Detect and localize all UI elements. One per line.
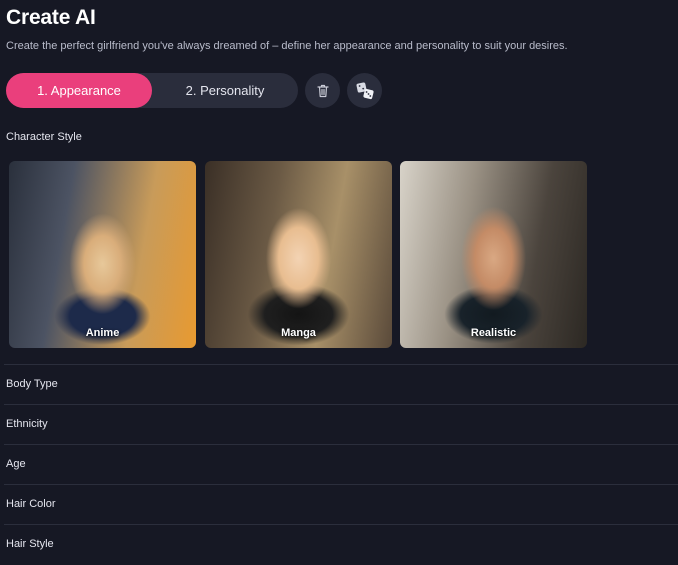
- style-option-label: Anime: [85, 327, 120, 339]
- section-label: Age: [6, 458, 26, 470]
- section-body-type[interactable]: Body Type: [4, 364, 678, 405]
- style-option-label: Realistic: [470, 327, 517, 339]
- section-label: Body Type: [6, 378, 58, 390]
- step-tabs: 1. Appearance 2. Personality: [6, 73, 298, 108]
- manga-style-image: [205, 161, 392, 348]
- delete-button[interactable]: [305, 73, 340, 108]
- page-subtitle: Create the perfect girlfriend you've alw…: [6, 40, 568, 52]
- dice-icon: [355, 81, 374, 99]
- section-hair-style[interactable]: Hair Style: [4, 524, 678, 565]
- tab-personality[interactable]: 2. Personality: [152, 73, 298, 108]
- section-ethnicity[interactable]: Ethnicity: [4, 404, 678, 445]
- style-option-anime[interactable]: Anime: [9, 161, 196, 348]
- section-label: Hair Color: [6, 498, 56, 510]
- anime-style-image: [9, 161, 196, 348]
- trash-icon: [316, 84, 329, 97]
- style-option-label: Manga: [281, 327, 316, 339]
- character-style-label: Character Style: [6, 131, 82, 143]
- style-option-realistic[interactable]: Realistic: [400, 161, 587, 348]
- section-hair-color[interactable]: Hair Color: [4, 484, 678, 525]
- page-title: Create AI: [6, 6, 96, 29]
- section-label: Ethnicity: [6, 418, 48, 430]
- section-label: Hair Style: [6, 538, 54, 550]
- tab-appearance[interactable]: 1. Appearance: [6, 73, 152, 108]
- realistic-style-image: [400, 161, 587, 348]
- randomize-button[interactable]: [347, 73, 382, 108]
- section-age[interactable]: Age: [4, 444, 678, 485]
- style-option-manga[interactable]: Manga: [205, 161, 392, 348]
